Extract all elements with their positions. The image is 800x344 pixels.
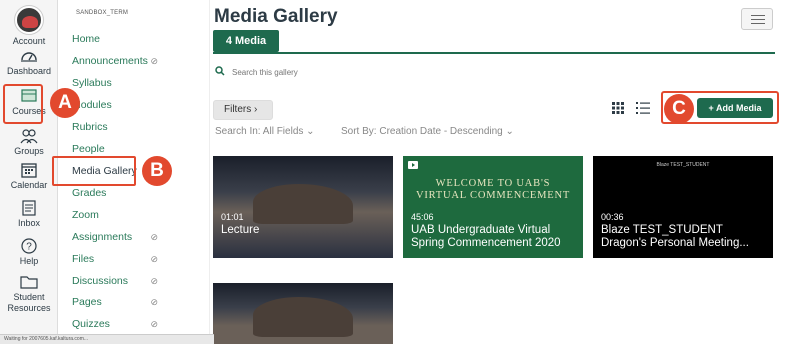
course-nav-files[interactable]: Files ⊘ — [72, 249, 202, 269]
hidden-eye-icon: ⊘ — [150, 232, 158, 242]
search-in-dropdown[interactable]: Search In: All Fields ⌄ — [215, 126, 315, 137]
callout-b: B — [142, 156, 172, 186]
dashboard-icon — [21, 52, 37, 62]
global-nav-label: Calendar — [10, 180, 48, 190]
course-code: SANDBOX_TERM — [76, 10, 129, 16]
course-nav-label: Discussions — [72, 275, 129, 287]
tab-media[interactable]: 4 Media — [213, 30, 279, 52]
global-nav-dashboard[interactable]: Dashboard — [0, 48, 58, 77]
media-card-fourth[interactable] — [213, 283, 393, 344]
hidden-eye-icon: ⊘ — [150, 319, 158, 329]
add-media-highlight — [661, 91, 779, 124]
course-nav-quizzes[interactable]: Quizzes ⊘ — [72, 314, 202, 334]
filters-label: Filters — [224, 104, 252, 115]
sort-by-dropdown[interactable]: Sort By: Creation Date - Descending ⌄ — [341, 126, 514, 137]
thumbnail-image — [253, 184, 353, 224]
media-card-commencement[interactable]: WELCOME TO UAB'S VIRTUAL COMMENCEMENT 45… — [403, 156, 583, 258]
global-nav-calendar[interactable]: Calendar — [0, 162, 58, 191]
global-nav-label: Student Resources — [7, 292, 51, 313]
tab-divider — [213, 52, 775, 54]
global-nav-student-resources[interactable]: Student Resources — [0, 274, 58, 314]
hidden-eye-icon: ⊘ — [150, 56, 158, 66]
folder-icon — [20, 276, 38, 289]
course-nav-assignments[interactable]: Assignments ⊘ — [72, 227, 202, 247]
groups-icon — [20, 129, 38, 144]
global-nav-label: Groups — [14, 146, 44, 156]
course-nav-grades[interactable]: Grades — [72, 183, 202, 203]
media-card-personal-meeting[interactable]: Blaze TEST_STUDENT 00:36 Blaze TEST_STUD… — [593, 156, 773, 258]
page-title: Media Gallery — [214, 6, 338, 27]
course-nav-label: Pages — [72, 296, 102, 308]
course-nav-syllabus[interactable]: Syllabus — [72, 73, 202, 93]
media-card-lecture[interactable]: 01:01 Lecture — [213, 156, 393, 258]
search-in-label: Search In: All Fields — [215, 126, 304, 137]
search-icon — [215, 66, 225, 76]
course-nav-label: Assignments — [72, 231, 133, 243]
media-gallery-highlight — [52, 156, 136, 186]
options-menu-button[interactable] — [741, 8, 773, 30]
media-title: UAB Undergraduate Virtual Spring Commenc… — [411, 224, 561, 249]
global-nav-account[interactable]: Account — [0, 6, 58, 47]
global-nav-inbox[interactable]: Inbox — [0, 200, 58, 229]
media-duration: 00:36 — [601, 212, 624, 222]
course-nav-label: Quizzes — [72, 318, 110, 330]
grid-view-icon[interactable] — [612, 102, 624, 114]
global-nav: Account Dashboard Courses Groups Calenda… — [0, 0, 58, 344]
calendar-icon — [21, 163, 37, 178]
course-nav-home[interactable]: Home — [72, 29, 202, 49]
media-title: Lecture — [221, 224, 260, 236]
hidden-eye-icon: ⊘ — [150, 254, 158, 264]
hidden-eye-icon: ⊘ — [150, 276, 158, 286]
svg-text:?: ? — [26, 242, 32, 253]
status-bar: Waiting for 2007605.kaf.kaltura.com... — [0, 334, 214, 344]
course-nav-rubrics[interactable]: Rubrics — [72, 117, 202, 137]
global-nav-label: Inbox — [17, 218, 41, 228]
callout-a: A — [50, 88, 80, 118]
inbox-icon — [22, 200, 36, 216]
course-nav-label: Announcements — [72, 55, 148, 67]
media-duration: 45:06 — [411, 212, 434, 222]
global-nav-help[interactable]: ? Help — [0, 238, 58, 267]
filters-button[interactable]: Filters › — [213, 100, 273, 120]
chevron-down-icon: ⌄ — [306, 126, 315, 137]
account-avatar — [15, 6, 43, 34]
course-nav-label: Files — [72, 253, 95, 265]
media-duration: 01:01 — [221, 212, 244, 222]
search-input[interactable] — [232, 62, 532, 82]
course-nav: SANDBOX_TERM Home Announcements ⊘ Syllabu… — [52, 0, 210, 344]
global-nav-label: Dashboard — [6, 66, 52, 76]
hidden-eye-icon: ⊘ — [150, 297, 158, 307]
global-nav-groups[interactable]: Groups — [0, 128, 58, 157]
media-title: Blaze TEST_STUDENT Dragon's Personal Mee… — [601, 224, 749, 249]
chevron-down-icon: ⌄ — [505, 126, 514, 137]
thumbnail-text: WELCOME TO UAB'S VIRTUAL COMMENCEMENT — [415, 178, 571, 201]
course-nav-pages[interactable]: Pages ⊘ — [72, 292, 202, 312]
course-nav-modules[interactable]: Modules — [72, 95, 202, 115]
global-nav-label: Help — [19, 256, 39, 266]
thumbnail-text: Blaze TEST_STUDENT — [656, 162, 710, 168]
global-nav-label: Account — [12, 36, 46, 46]
help-icon: ? — [21, 238, 37, 254]
courses-highlight — [3, 84, 43, 124]
chevron-right-icon: › — [254, 104, 258, 115]
video-icon — [408, 161, 418, 169]
thumbnail-image — [253, 297, 353, 337]
course-nav-zoom[interactable]: Zoom — [72, 205, 202, 225]
course-nav-announcements[interactable]: Announcements ⊘ — [72, 51, 202, 71]
sort-by-label: Sort By: Creation Date - Descending — [341, 126, 503, 137]
course-nav-discussions[interactable]: Discussions ⊘ — [72, 271, 202, 291]
list-view-icon[interactable] — [636, 102, 650, 114]
